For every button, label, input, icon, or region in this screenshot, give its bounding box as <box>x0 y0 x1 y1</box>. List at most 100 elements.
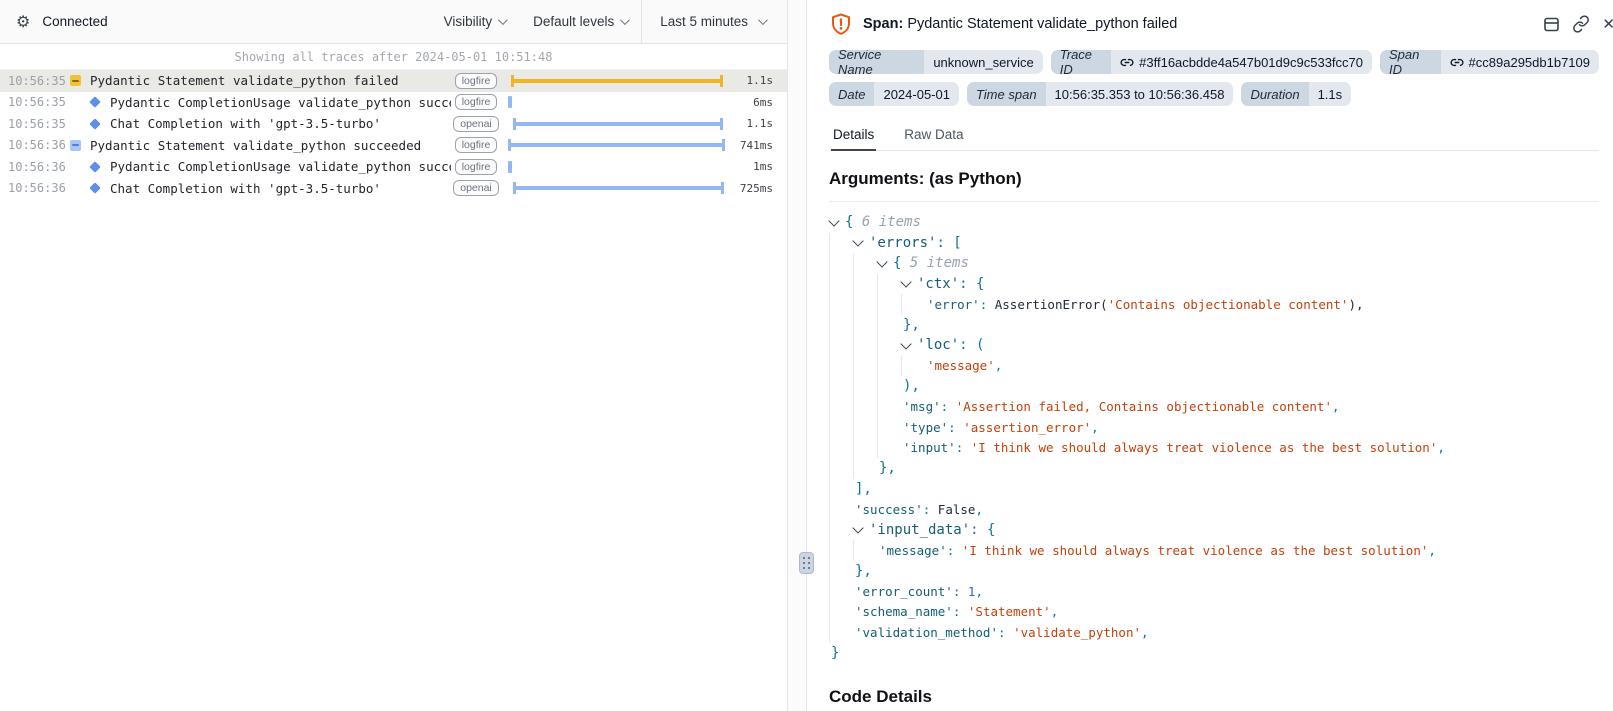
indent-guide <box>829 581 853 602</box>
indent-guide <box>877 376 901 397</box>
gear-icon[interactable]: ⚙ <box>16 12 30 32</box>
indent-guide <box>853 438 877 459</box>
code-token: : ( <box>959 337 984 353</box>
code-line: 'error': AssertionError('Contains object… <box>829 294 1599 315</box>
code-token: : <box>923 502 938 517</box>
indent-guide <box>829 458 853 479</box>
indent-guide <box>829 417 853 438</box>
indent-guide <box>829 622 853 643</box>
indent-guide <box>829 540 853 561</box>
default-levels-dropdown[interactable]: Default levels <box>519 0 641 43</box>
duration-label: 725ms <box>727 182 773 195</box>
indent-guide <box>853 274 877 295</box>
trace-row[interactable]: 10:56:35Pydantic CompletionUsage validat… <box>0 92 787 114</box>
panel-layout-icon[interactable] <box>1543 16 1560 33</box>
indent-guide <box>829 499 853 520</box>
trace-name: Chat Completion with 'gpt-3.5-turbo' <box>110 181 451 196</box>
collapse-toggle-icon[interactable] <box>66 140 84 151</box>
copy-link-icon[interactable] <box>1572 15 1590 33</box>
trace-row[interactable]: 10:56:36Pydantic Statement validate_pyth… <box>0 135 787 157</box>
scope-badge-wrap: logfire <box>451 159 501 175</box>
indent-guide <box>877 294 901 315</box>
code-token: , <box>1428 543 1436 558</box>
indent-guide <box>853 458 877 479</box>
collapse-chevron-icon[interactable] <box>900 338 911 349</box>
code-token: 'success' <box>855 502 923 517</box>
scope-badge: openai <box>453 180 499 196</box>
code-line: 'loc': ( <box>829 335 1599 356</box>
indent-guide <box>829 397 853 418</box>
metadata-pill-text: #3ff16acbdde4a547b01d9c9c533fcc70 <box>1139 55 1363 70</box>
metadata-pill-text: 2024-05-01 <box>883 87 950 102</box>
trace-name: Chat Completion with 'gpt-3.5-turbo' <box>110 116 451 131</box>
collapse-chevron-icon[interactable] <box>852 523 863 534</box>
metadata-pill-value: 1.1s <box>1309 82 1352 106</box>
metadata-pill-value: 10:56:35.353 to 10:56:36.458 <box>1046 82 1234 106</box>
collapse-chevron-icon[interactable] <box>876 256 887 267</box>
duration-label: 741ms <box>727 139 773 152</box>
metadata-pill-label: Date <box>829 82 874 106</box>
tab-details[interactable]: Details <box>831 122 876 151</box>
indent-guide <box>829 356 853 377</box>
time-range-dropdown[interactable]: Last 5 minutes <box>641 0 787 43</box>
trace-row[interactable]: 10:56:35Chat Completion with 'gpt-3.5-tu… <box>0 113 787 135</box>
code-token: 'loc' <box>917 337 959 353</box>
indent-guide <box>853 253 877 274</box>
metadata-pill: Duration1.1s <box>1241 82 1351 106</box>
indent-guide <box>853 376 877 397</box>
arguments-code-tree: { 6 items'errors': [{ 5 items'ctx': {'er… <box>829 201 1599 663</box>
span-detail-header: Span: Pydantic Statement validate_python… <box>829 12 1599 36</box>
metadata-pill-value[interactable]: #3ff16acbdde4a547b01d9c9c533fcc70 <box>1111 50 1372 74</box>
code-line: 'errors': [ <box>829 233 1599 254</box>
scope-badge-wrap: logfire <box>451 94 501 110</box>
close-icon[interactable]: ✕ <box>1602 15 1613 33</box>
trace-name: Pydantic Statement validate_python faile… <box>90 73 451 88</box>
code-token: 'Statement' <box>968 604 1051 619</box>
trace-row[interactable]: 10:56:36Chat Completion with 'gpt-3.5-tu… <box>0 178 787 200</box>
code-token: , <box>1437 440 1445 455</box>
code-token: 'message' <box>927 358 995 373</box>
scope-badge: openai <box>453 116 499 132</box>
code-token: : <box>941 399 956 414</box>
duration-bar-track <box>507 113 727 135</box>
indent-guide <box>877 315 901 336</box>
metadata-pill: Trace ID#3ff16acbdde4a547b01d9c9c533fcc7… <box>1051 50 1372 74</box>
code-token: 'error_count' <box>855 584 953 599</box>
code-token: : <box>980 297 995 312</box>
code-token: 'I think we should always treat violence… <box>962 543 1429 558</box>
visibility-dropdown[interactable]: Visibility <box>430 0 520 43</box>
chevron-down-icon <box>758 15 768 25</box>
code-token: : <box>956 440 971 455</box>
duration-bar-track <box>507 135 727 157</box>
metadata-pill: Span ID#cc89a295db1b7109 <box>1380 50 1599 74</box>
code-token: : <box>948 420 963 435</box>
code-token: , <box>975 502 983 517</box>
duration-bar-track <box>507 70 727 92</box>
indent-guide <box>877 274 901 295</box>
tab-raw-data[interactable]: Raw Data <box>902 122 965 150</box>
code-line: 'input': 'I think we should always treat… <box>829 438 1599 459</box>
collapse-chevron-icon[interactable] <box>900 277 911 288</box>
minus-square-icon[interactable] <box>70 140 81 151</box>
metadata-pill-value[interactable]: #cc89a295db1b7109 <box>1441 50 1599 74</box>
diamond-icon <box>89 118 100 129</box>
trace-name: Pydantic CompletionUsage validate_python… <box>110 159 451 174</box>
indent-guide <box>853 540 877 561</box>
indent-guide <box>829 479 853 500</box>
resize-grip-handle[interactable] <box>799 552 814 574</box>
code-token: 'Assertion failed, Contains objectionabl… <box>956 399 1332 414</box>
code-line: { 5 items <box>829 253 1599 274</box>
trace-row[interactable]: 10:56:36Pydantic CompletionUsage validat… <box>0 156 787 178</box>
collapse-chevron-icon[interactable] <box>828 215 839 226</box>
indent-guide <box>829 294 853 315</box>
collapse-chevron-icon[interactable] <box>852 236 863 247</box>
trace-row[interactable]: 10:56:35Pydantic Statement validate_pyth… <box>0 70 787 92</box>
collapse-toggle-icon[interactable] <box>66 75 84 86</box>
code-token: } <box>831 645 839 661</box>
code-token: 'I think we should always treat violence… <box>971 440 1438 455</box>
code-token: 'msg' <box>903 399 941 414</box>
code-details-heading: Code Details <box>829 687 1599 707</box>
trace-timestamp: 10:56:36 <box>8 138 66 152</box>
minus-square-icon[interactable] <box>70 75 81 86</box>
code-token: , <box>995 358 1003 373</box>
